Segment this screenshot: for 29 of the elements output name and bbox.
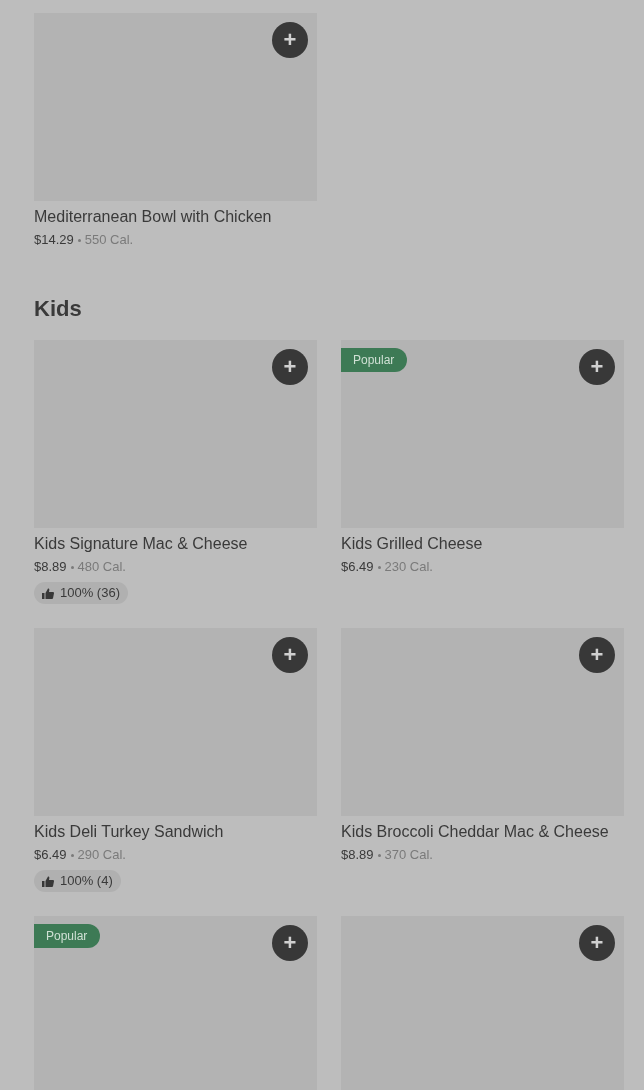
add-button[interactable]: +: [272, 349, 308, 385]
item-price: $14.29: [34, 231, 74, 249]
item-name: Kids Signature Mac & Cheese: [34, 534, 249, 554]
rating-text: 100% (36): [60, 584, 120, 603]
add-button[interactable]: +: [272, 925, 308, 961]
rating-text: 100% (4): [60, 872, 113, 891]
add-button[interactable]: +: [272, 637, 308, 673]
section-heading: Kids: [34, 295, 83, 323]
item-calories: 480 Cal.: [77, 558, 126, 576]
popular-badge: Popular: [341, 348, 408, 372]
thumbs-up-icon: [42, 587, 54, 599]
popular-badge: Popular: [34, 924, 101, 948]
item-price: $8.89: [34, 558, 67, 576]
item-name: Kids Deli Turkey Sandwich: [34, 822, 225, 842]
add-button[interactable]: +: [579, 637, 615, 673]
item-calories: 230 Cal.: [384, 558, 433, 576]
item-name: Mediterranean Bowl with Chicken: [34, 207, 273, 227]
item-name: Kids Broccoli Cheddar Mac & Cheese: [341, 822, 610, 842]
add-button[interactable]: +: [272, 22, 308, 58]
item-calories: 290 Cal.: [77, 846, 126, 864]
item-price: $6.49: [34, 846, 67, 864]
add-button[interactable]: +: [579, 349, 615, 385]
item-name: Kids Grilled Cheese: [341, 534, 484, 554]
thumbs-up-icon: [42, 875, 54, 887]
item-price: $8.89: [341, 846, 374, 864]
item-calories: 370 Cal.: [384, 846, 433, 864]
item-calories: 550 Cal.: [84, 231, 134, 249]
add-button[interactable]: +: [579, 925, 615, 961]
item-price: $6.49: [341, 558, 374, 576]
